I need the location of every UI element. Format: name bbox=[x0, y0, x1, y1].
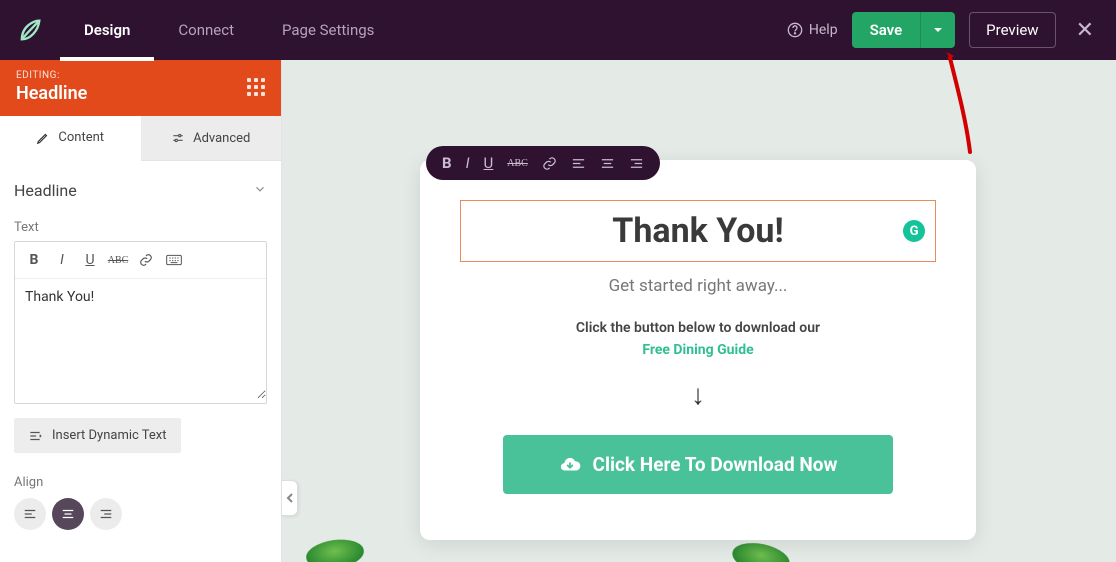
subtab-advanced[interactable]: Advanced bbox=[141, 116, 282, 160]
save-button-group: Save bbox=[852, 12, 956, 48]
tab-connect[interactable]: Connect bbox=[154, 0, 258, 60]
close-button[interactable]: ✕ bbox=[1070, 18, 1100, 43]
grammarly-badge-icon[interactable]: G bbox=[903, 220, 925, 242]
drag-handle-icon[interactable] bbox=[247, 78, 265, 96]
app-logo bbox=[0, 0, 60, 60]
align-left-button[interactable] bbox=[14, 498, 46, 530]
cloud-download-icon bbox=[559, 454, 581, 476]
align-right-icon bbox=[629, 156, 644, 171]
preview-button[interactable]: Preview bbox=[969, 12, 1055, 48]
headline-text: Thank You! bbox=[475, 211, 921, 251]
link-icon bbox=[542, 156, 557, 171]
keyboard-icon bbox=[166, 254, 182, 266]
main-tabs: Design Connect Page Settings bbox=[60, 0, 398, 60]
cta-label: Click Here To Download Now bbox=[593, 453, 838, 476]
section-title: Headline bbox=[14, 181, 77, 200]
float-underline-button[interactable]: U bbox=[484, 154, 494, 172]
rich-text-editor: B I U ABC bbox=[14, 241, 267, 404]
instruction-text[interactable]: Click the button below to download our bbox=[460, 320, 936, 336]
chevron-down-icon bbox=[253, 181, 267, 200]
down-arrow-icon: ↓ bbox=[460, 378, 936, 411]
keyboard-button[interactable] bbox=[161, 248, 187, 272]
float-bold-button[interactable]: B bbox=[442, 154, 452, 172]
topbar-actions: Help Save Preview ✕ bbox=[787, 12, 1116, 48]
decorative-leaf bbox=[730, 538, 793, 562]
editor-toolbar: B I U ABC bbox=[15, 242, 266, 279]
align-buttons bbox=[14, 498, 267, 530]
float-link-button[interactable] bbox=[542, 156, 557, 171]
pencil-icon bbox=[36, 131, 50, 145]
editing-target: Headline bbox=[16, 83, 87, 104]
editing-label: EDITING: bbox=[16, 70, 87, 81]
bold-button[interactable]: B bbox=[21, 248, 47, 272]
float-strike-button[interactable]: ABC bbox=[507, 158, 528, 169]
float-italic-button[interactable]: I bbox=[466, 154, 470, 172]
canvas-area[interactable]: B I U ABC Thank You! G Get started right… bbox=[282, 60, 1116, 562]
tab-page-settings[interactable]: Page Settings bbox=[258, 0, 398, 60]
float-align-right-button[interactable] bbox=[629, 156, 644, 171]
tab-design[interactable]: Design bbox=[60, 0, 154, 60]
download-cta-button[interactable]: Click Here To Download Now bbox=[503, 435, 893, 494]
top-bar: Design Connect Page Settings Help Save P… bbox=[0, 0, 1116, 60]
save-dropdown[interactable] bbox=[920, 12, 955, 48]
decorative-leaf bbox=[304, 536, 365, 562]
text-field-label: Text bbox=[14, 220, 267, 235]
align-right-icon bbox=[99, 507, 113, 521]
underline-button[interactable]: U bbox=[77, 248, 103, 272]
subtab-advanced-label: Advanced bbox=[193, 131, 250, 146]
sidebar-panel: EDITING: Headline Content Advanced Headl… bbox=[0, 60, 282, 562]
align-left-icon bbox=[571, 156, 586, 171]
sidebar-subtabs: Content Advanced bbox=[0, 116, 281, 161]
caret-down-icon bbox=[933, 25, 943, 35]
strikethrough-button[interactable]: ABC bbox=[105, 248, 131, 272]
align-center-icon bbox=[61, 507, 75, 521]
subtab-content[interactable]: Content bbox=[0, 116, 141, 161]
page-content-card[interactable]: B I U ABC Thank You! G Get started right… bbox=[420, 160, 976, 540]
headline-text-input[interactable] bbox=[15, 279, 266, 399]
sidebar-body: Headline Text B I U ABC Ins bbox=[0, 161, 281, 562]
float-align-left-button[interactable] bbox=[571, 156, 586, 171]
align-right-button[interactable] bbox=[90, 498, 122, 530]
subheading-text[interactable]: Get started right away... bbox=[460, 276, 936, 296]
sidebar-collapse-handle[interactable] bbox=[282, 480, 298, 516]
align-left-icon bbox=[23, 507, 37, 521]
help-icon bbox=[787, 22, 803, 38]
section-headline[interactable]: Headline bbox=[14, 175, 267, 214]
editing-header: EDITING: Headline bbox=[0, 60, 281, 116]
insert-dynamic-text-button[interactable]: Insert Dynamic Text bbox=[14, 418, 181, 453]
chevron-left-icon bbox=[286, 492, 294, 504]
guide-link[interactable]: Free Dining Guide bbox=[460, 342, 936, 358]
align-center-icon bbox=[600, 156, 615, 171]
headline-element[interactable]: Thank You! G bbox=[460, 200, 936, 262]
align-label: Align bbox=[14, 475, 267, 490]
link-button[interactable] bbox=[133, 248, 159, 272]
italic-button[interactable]: I bbox=[49, 248, 75, 272]
dynamic-text-icon bbox=[28, 429, 42, 443]
help-link[interactable]: Help bbox=[787, 22, 838, 38]
floating-text-toolbar: B I U ABC bbox=[426, 146, 660, 180]
save-button[interactable]: Save bbox=[852, 12, 921, 48]
sliders-icon bbox=[171, 131, 185, 145]
insert-dynamic-label: Insert Dynamic Text bbox=[52, 428, 167, 443]
help-label: Help bbox=[809, 22, 838, 38]
link-icon bbox=[139, 253, 153, 267]
align-center-button[interactable] bbox=[52, 498, 84, 530]
float-align-center-button[interactable] bbox=[600, 156, 615, 171]
subtab-content-label: Content bbox=[58, 130, 104, 145]
